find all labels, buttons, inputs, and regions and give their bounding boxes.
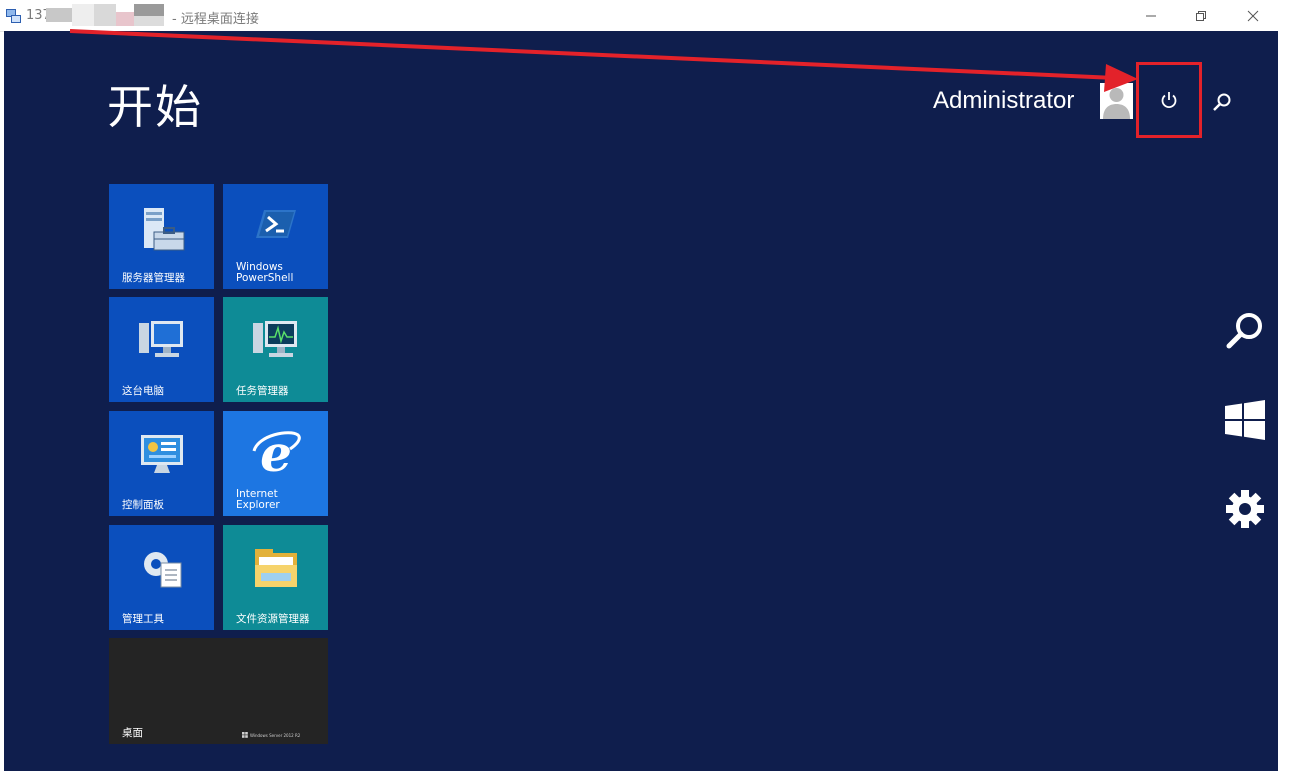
tile-file-explorer[interactable]: 文件资源管理器 — [223, 525, 328, 630]
tile-label: 文件资源管理器 — [236, 613, 310, 625]
tile-label: Windows PowerShell — [236, 261, 294, 284]
tile-label: 服务器管理器 — [122, 272, 185, 284]
task-manager-icon — [252, 321, 297, 357]
tile-powershell[interactable]: Windows PowerShell — [223, 184, 328, 289]
tile-this-pc[interactable]: 这台电脑 — [109, 297, 214, 402]
minimize-button[interactable] — [1128, 0, 1174, 31]
internet-explorer-icon: e — [252, 427, 301, 479]
remote-desktop-icon — [6, 9, 21, 23]
tile-admin-tools[interactable]: 管理工具 — [109, 525, 214, 630]
admin-tools-icon — [143, 552, 181, 588]
computer-icon — [138, 321, 183, 357]
tile-label: 这台电脑 — [122, 385, 164, 397]
power-button[interactable] — [1136, 62, 1202, 138]
close-button[interactable] — [1230, 0, 1276, 31]
remote-start-screen: 开始 Administrator 服务器管理器 Windows PowerShe… — [4, 31, 1278, 771]
search-icon[interactable] — [1210, 91, 1234, 115]
window-right-border — [1278, 31, 1289, 771]
control-panel-icon — [140, 435, 183, 473]
tile-task-manager[interactable]: 任务管理器 — [223, 297, 328, 402]
restore-icon — [1196, 10, 1206, 21]
tile-desktop[interactable]: 桌面 Windows Server 2012 R2 — [109, 638, 328, 744]
tile-label: 任务管理器 — [236, 385, 289, 397]
server-manager-icon — [143, 208, 184, 251]
powershell-icon — [255, 210, 296, 238]
desktop-os-caption: Windows Server 2012 R2 — [242, 732, 300, 738]
charm-windows-start-icon[interactable] — [1223, 399, 1267, 443]
tile-label: 桌面 — [122, 727, 143, 739]
tile-internet-explorer[interactable]: e Internet Explorer — [223, 411, 328, 516]
minimize-icon — [1146, 15, 1156, 16]
charm-search-icon[interactable] — [1223, 309, 1267, 353]
windows-logo-icon — [242, 732, 248, 738]
tile-label: 控制面板 — [122, 499, 164, 511]
tile-label: 管理工具 — [122, 613, 164, 625]
tile-control-panel[interactable]: 控制面板 — [109, 411, 214, 516]
restore-button[interactable] — [1178, 0, 1224, 31]
tile-label: Internet Explorer — [236, 488, 280, 511]
window-title-app: - 远程桌面连接 — [172, 12, 259, 27]
close-icon — [1247, 10, 1259, 21]
window-titlebar: 137 - 远程桌面连接 — [0, 0, 1289, 32]
redacted-host — [46, 4, 168, 26]
file-explorer-icon — [254, 549, 297, 587]
tile-server-manager[interactable]: 服务器管理器 — [109, 184, 214, 289]
start-title: 开始 — [107, 80, 203, 134]
desktop-os-caption-text: Windows Server 2012 R2 — [250, 732, 301, 738]
user-avatar-icon[interactable] — [1100, 83, 1133, 119]
user-name[interactable]: Administrator — [933, 87, 1074, 115]
charm-settings-gear-icon[interactable] — [1223, 487, 1267, 531]
power-icon — [1161, 92, 1177, 109]
